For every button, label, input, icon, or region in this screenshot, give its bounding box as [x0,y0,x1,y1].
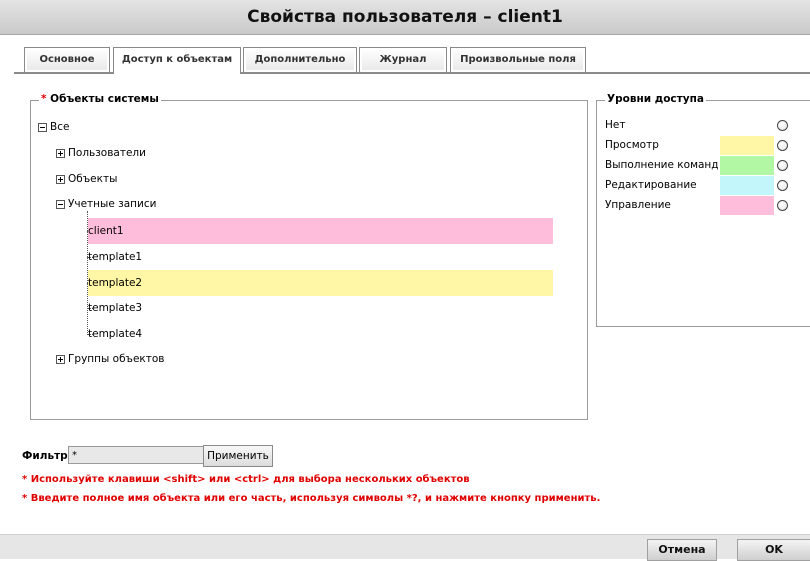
access-level-edit-swatch [720,176,774,195]
tab-additional[interactable]: Дополнительно [243,47,357,72]
apply-button[interactable]: Применить [203,445,273,467]
access-levels-legend: Уровни доступа [605,93,706,105]
access-level-view-label: Просмотр [605,139,659,151]
access-level-view-radio[interactable] [777,140,788,151]
expand-icon[interactable] [56,174,65,184]
tree-item-template2[interactable]: template2 [88,273,142,293]
access-level-commands-swatch [720,156,774,175]
tree-item-template4[interactable]: template4 [88,324,142,344]
access-level-view-swatch [720,136,774,155]
dialog-footer: Отмена OK [0,534,810,561]
tab-bar: Основное Доступ к объектам Дополнительно… [14,40,810,74]
tree-node-objects[interactable]: Объекты [56,169,117,189]
tree-node-accounts[interactable]: Учетные записи [56,194,156,214]
access-level-none-label: Нет [605,119,626,131]
filter-label: Фильтр [22,450,68,462]
access-levels-panel: Уровни доступа Нет Просмотр Выполнение к… [596,93,810,327]
tree-item-highlight [88,270,553,296]
expand-icon[interactable] [56,354,65,364]
access-level-edit-radio[interactable] [777,180,788,191]
tree-item-template1[interactable]: template1 [88,247,142,267]
expand-icon[interactable] [56,148,65,158]
access-level-none-radio[interactable] [777,120,788,131]
tab-object-access[interactable]: Доступ к объектам [113,47,241,74]
tree-item-template3[interactable]: template3 [88,298,142,318]
tree-node-users[interactable]: Пользователи [56,143,146,163]
window-title: Свойства пользователя – client1 [0,0,810,35]
collapse-icon[interactable] [56,199,65,209]
collapse-icon[interactable] [38,122,47,132]
tree-node-object-groups[interactable]: Группы объектов [56,349,165,369]
access-level-commands-label: Выполнение команд [605,159,719,171]
access-level-manage-radio[interactable] [777,200,788,211]
tree-node-all[interactable]: Все [38,117,69,137]
access-level-commands-radio[interactable] [777,160,788,171]
access-level-manage-label: Управление [605,199,671,211]
tree-item-highlight [88,218,553,244]
tab-custom-fields[interactable]: Произвольные поля [450,47,586,72]
objects-panel: * Объекты системы Все Пользователи Объек… [30,93,588,420]
hint-filter-usage: * Введите полное имя объекта или его час… [22,493,601,504]
access-level-edit-label: Редактирование [605,179,697,191]
filter-input[interactable] [68,446,206,464]
objects-legend: * Объекты системы [39,93,161,105]
tree-item-client1[interactable]: client1 [88,221,124,241]
tab-general[interactable]: Основное [24,47,110,72]
hint-multi-select: * Используйте клавиши <shift> или <ctrl>… [22,474,470,485]
access-level-manage-swatch [720,196,774,215]
tab-journal[interactable]: Журнал [359,47,447,72]
